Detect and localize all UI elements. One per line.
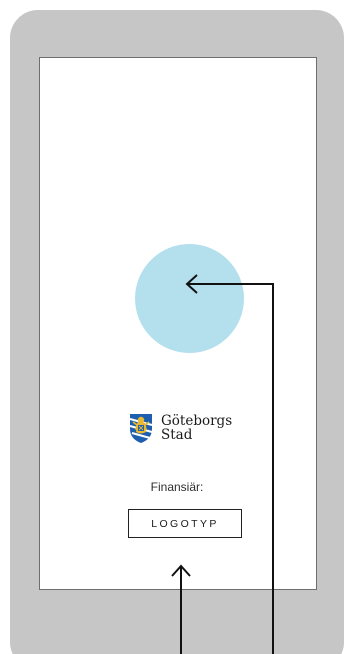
circle-target[interactable]	[135, 244, 244, 353]
funder-label: Finansiär:	[150, 480, 204, 494]
goteborg-crest-icon	[129, 414, 153, 443]
logo-placeholder-box: LOGOTYP	[128, 509, 242, 538]
goteborgs-stad-logo: Göteborgs Stad	[128, 408, 248, 450]
logo-text-line2: Stad	[161, 427, 193, 443]
mockup-stage: Göteborgs Stad Finansiär: LOGOTYP	[0, 0, 354, 654]
